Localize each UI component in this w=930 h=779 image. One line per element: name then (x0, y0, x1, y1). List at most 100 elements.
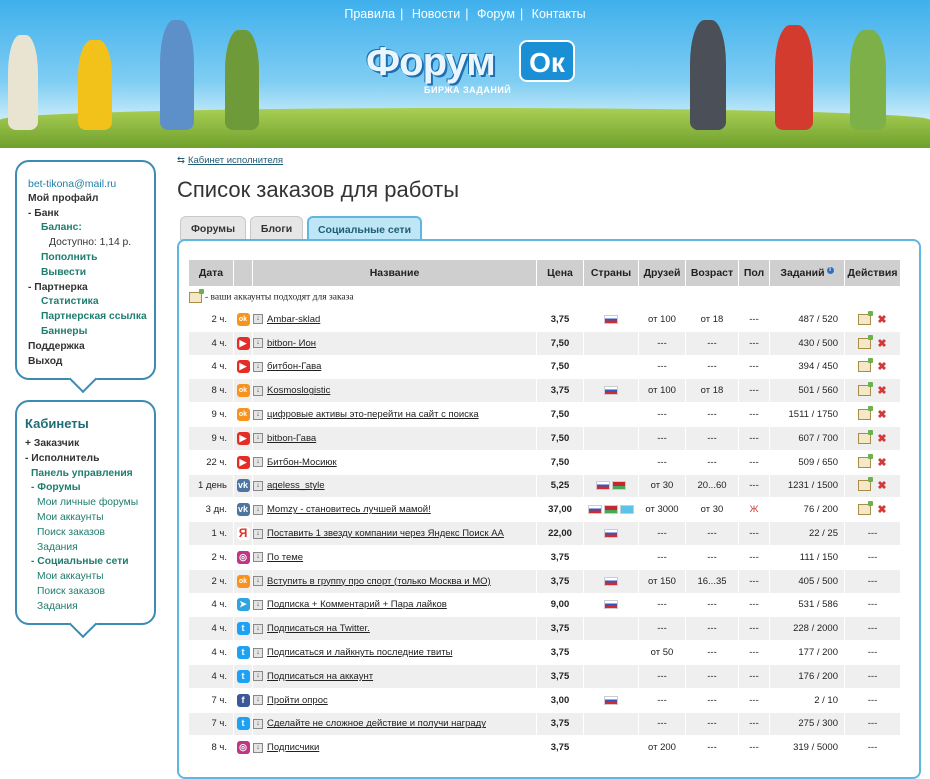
order-link[interactable]: Подписаться на аккаунт (267, 671, 373, 682)
take-order-icon[interactable] (858, 334, 874, 349)
menu-item[interactable]: Задания (25, 541, 154, 556)
order-link[interactable]: bitbon- Ион (267, 338, 316, 349)
menu-item[interactable]: Пополнить (28, 251, 154, 266)
menu-item[interactable]: Партнерская ссылка (28, 310, 154, 325)
menu-item[interactable]: Статистика (28, 295, 154, 310)
menu-item[interactable]: Мои аккаунты (25, 570, 154, 585)
order-link[interactable]: Вступить в группу про спорт (только Моск… (267, 576, 491, 587)
order-link[interactable]: Подписаться на Twitter. (267, 623, 370, 634)
menu-item[interactable]: - Партнерка (28, 281, 154, 296)
youtube-icon: ▶ (236, 360, 250, 374)
order-link[interactable]: Подписка + Комментарий + Пара лайков (267, 599, 447, 610)
download-icon[interactable]: ↓ (253, 718, 263, 729)
menu-item[interactable]: - Форумы (25, 481, 154, 496)
site-logo[interactable]: Форум Ок БИРЖА ЗАДАНИЙ (356, 37, 578, 101)
download-icon[interactable]: ↓ (253, 338, 263, 349)
take-order-icon[interactable] (858, 382, 874, 397)
menu-item[interactable]: Поиск заказов (25, 526, 154, 541)
nav-link-contacts[interactable]: Контакты (532, 7, 586, 21)
col-price[interactable]: Цена (537, 260, 583, 286)
flag-ru-icon (604, 314, 618, 324)
download-icon[interactable]: ↓ (253, 671, 263, 682)
take-order-icon[interactable] (858, 453, 874, 468)
take-order-icon[interactable] (858, 501, 874, 516)
menu-item[interactable]: - Социальные сети (25, 555, 154, 570)
nav-link-news[interactable]: Новости (412, 7, 460, 21)
breadcrumb[interactable]: ⇆ Кабинет исполнителя (177, 155, 283, 166)
download-icon[interactable]: ↓ (253, 457, 263, 468)
take-order-icon[interactable] (858, 429, 874, 444)
download-icon[interactable]: ↓ (253, 576, 263, 587)
download-icon[interactable]: ↓ (253, 647, 263, 658)
order-link[interactable]: bitbon-Гава (267, 433, 316, 444)
row-title: ↓ ageless_style (253, 474, 536, 498)
order-link[interactable]: битбон-Гава (267, 361, 321, 372)
col-tasks-label: Заданий (780, 267, 825, 279)
order-link[interactable]: По теме (267, 552, 303, 563)
info-icon[interactable]: i (826, 267, 834, 274)
row-title: ↓ Подписаться на аккаунт (253, 664, 536, 688)
menu-item[interactable]: Задания (25, 600, 154, 615)
row-age: 20...60 (686, 474, 738, 498)
tab-forums[interactable]: Форумы (180, 216, 246, 240)
download-icon[interactable]: ↓ (253, 314, 263, 325)
order-link[interactable]: Поставить 1 звезду компании через Яндекс… (267, 528, 504, 539)
hide-order-icon[interactable]: ✖ (877, 385, 886, 397)
take-order-icon[interactable] (858, 310, 874, 325)
hide-order-icon[interactable]: ✖ (877, 409, 886, 421)
download-icon[interactable]: ↓ (253, 552, 263, 563)
download-icon[interactable]: ↓ (253, 480, 263, 491)
order-link[interactable]: Пройти опрос (267, 695, 328, 706)
order-link[interactable]: Подписаться и лайкнуть последние твиты (267, 647, 452, 658)
hide-order-icon[interactable]: ✖ (877, 314, 886, 326)
order-link[interactable]: ageless_style (267, 480, 325, 491)
download-icon[interactable]: ↓ (253, 623, 263, 634)
user-email[interactable]: bet-tikona@mail.ru (28, 177, 154, 192)
row-tasks: 111 / 150 (770, 545, 844, 569)
download-icon[interactable]: ↓ (253, 504, 263, 515)
menu-item[interactable]: + Заказчик (25, 437, 154, 452)
hide-order-icon[interactable]: ✖ (877, 457, 886, 469)
take-order-icon[interactable] (858, 406, 874, 421)
menu-item[interactable]: Вывести (28, 266, 154, 281)
menu-item[interactable]: Выход (28, 355, 154, 370)
menu-item[interactable]: Панель управления (25, 467, 154, 482)
col-tasks[interactable]: Заданий i (770, 260, 844, 286)
take-order-icon[interactable] (858, 358, 874, 373)
hide-order-icon[interactable]: ✖ (877, 480, 886, 492)
menu-item[interactable]: Мои аккаунты (25, 511, 154, 526)
menu-item[interactable]: Поддержка (28, 340, 154, 355)
download-icon[interactable]: ↓ (253, 385, 263, 396)
menu-item[interactable]: Баннеры (28, 325, 154, 340)
hide-order-icon[interactable]: ✖ (877, 338, 886, 350)
col-date[interactable]: Дата (189, 260, 233, 286)
nav-link-forum[interactable]: Форум (477, 7, 515, 21)
menu-item[interactable]: Мои личные форумы (25, 496, 154, 511)
download-icon[interactable]: ↓ (253, 433, 263, 444)
order-link[interactable]: Kosmoslogistic (267, 385, 330, 396)
download-icon[interactable]: ↓ (253, 361, 263, 372)
download-icon[interactable]: ↓ (253, 409, 263, 420)
menu-item[interactable]: Поиск заказов (25, 585, 154, 600)
order-link[interactable]: Сделайте не сложное действие и получи на… (267, 718, 486, 729)
order-link[interactable]: Ambar-sklad (267, 314, 320, 325)
nav-link-rules[interactable]: Правила (344, 7, 395, 21)
order-link[interactable]: Битбон-Мосиюк (267, 457, 337, 468)
menu-item[interactable]: Мой профайл (28, 192, 154, 207)
hide-order-icon[interactable]: ✖ (877, 504, 886, 516)
tab-blogs[interactable]: Блоги (250, 216, 303, 240)
download-icon[interactable]: ↓ (253, 695, 263, 706)
order-link[interactable]: Подписчики (267, 742, 319, 753)
menu-item[interactable]: - Банк (28, 207, 154, 222)
take-order-icon[interactable] (858, 477, 874, 492)
download-icon[interactable]: ↓ (253, 742, 263, 753)
row-sex: --- (739, 450, 769, 474)
menu-item[interactable]: - Исполнитель (25, 452, 154, 467)
order-link[interactable]: цифровые активы это-перейти на сайт с по… (267, 409, 479, 420)
hide-order-icon[interactable]: ✖ (877, 361, 886, 373)
order-link[interactable]: Momzy - становитесь лучшей мамой! (267, 504, 431, 515)
download-icon[interactable]: ↓ (253, 599, 263, 610)
hide-order-icon[interactable]: ✖ (877, 433, 886, 445)
col-title[interactable]: Название (253, 260, 536, 286)
download-icon[interactable]: ↓ (253, 528, 263, 539)
